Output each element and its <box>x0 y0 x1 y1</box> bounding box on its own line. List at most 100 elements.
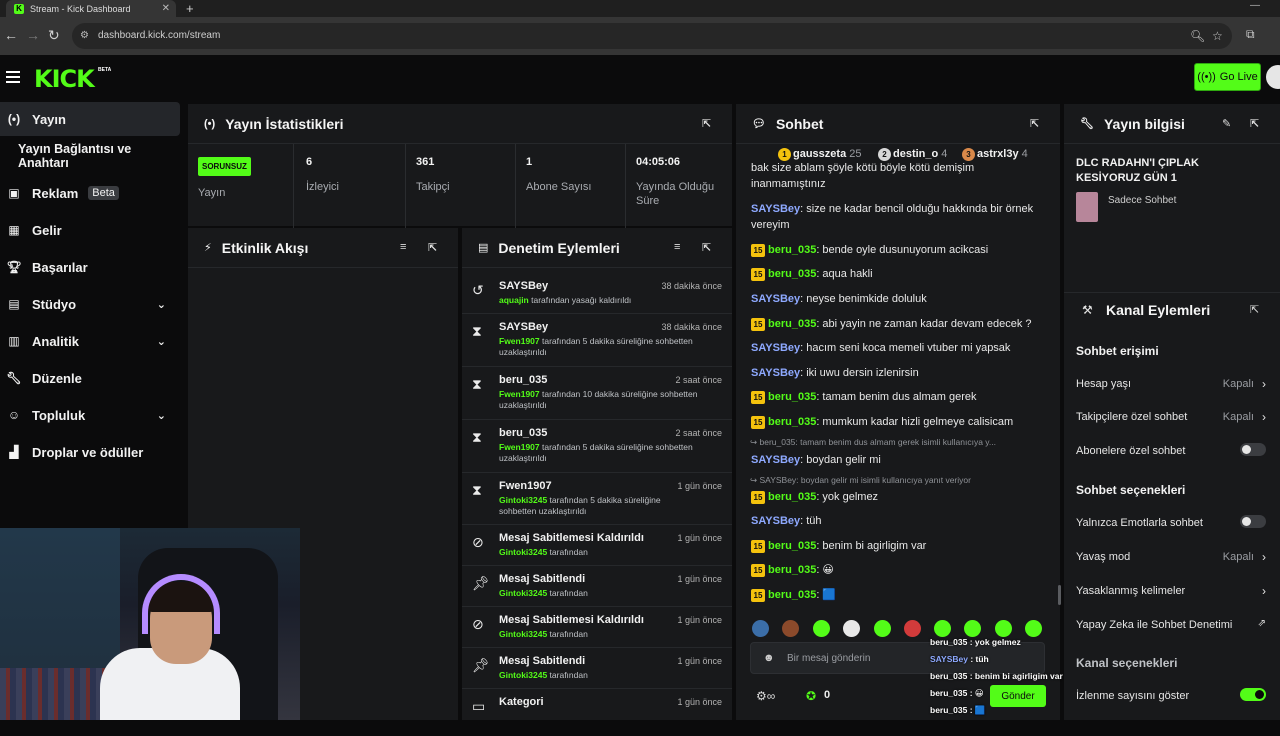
popout-icon[interactable]: ⇱ <box>702 117 711 130</box>
menu-icon[interactable] <box>6 71 20 83</box>
chat-username[interactable]: beru_035 <box>768 416 816 428</box>
chat-message[interactable]: SAYSBey: boydan gelir mi <box>751 452 1051 468</box>
new-tab-button[interactable]: + <box>186 1 194 16</box>
extensions-icon[interactable]: ⧉ <box>1246 27 1255 42</box>
zoom-icon[interactable]: 🔍︎ <box>1190 29 1205 43</box>
chat-settings-icon[interactable]: ⚙∞ <box>756 689 775 703</box>
emote-icon[interactable] <box>964 620 981 637</box>
reload-icon[interactable]: ↻ <box>48 27 60 44</box>
back-icon[interactable]: ← <box>4 27 18 43</box>
chat-message[interactable]: bak size ablam şöyle kötü böyle kötü dem… <box>751 160 1051 194</box>
chat-username[interactable]: SAYSBey <box>751 293 800 305</box>
chat-username[interactable]: beru_035 <box>768 391 816 403</box>
moderator-name[interactable]: Gintoki3245 <box>499 495 547 505</box>
emote-picker-icon[interactable]: ☻ <box>763 652 775 664</box>
moderator-name[interactable]: Fwen1907 <box>499 389 540 399</box>
moderator-name[interactable]: Gintoki3245 <box>499 547 547 557</box>
account-age-setting[interactable]: Hesap yaşı Kapalı › <box>1076 377 1266 391</box>
filter-icon[interactable]: ≡ <box>674 241 680 253</box>
chat-message[interactable]: 15 beru_035: benim bi agirligim var <box>751 538 1051 554</box>
emote-icon[interactable] <box>934 620 951 637</box>
moderator-name[interactable]: Gintoki3245 <box>499 670 547 680</box>
chat-username[interactable]: SAYSBey <box>751 203 800 215</box>
chat-username[interactable]: beru_035 <box>768 268 816 280</box>
chat-reply-reference[interactable]: ↪ beru_035: tamam benim dus almam gerek … <box>750 437 996 448</box>
chat-reply-reference[interactable]: ↪ SAYSBey: boydan gelir mi isimli kullan… <box>750 475 971 486</box>
sidebar-item-analytics[interactable]: ▥ Analitik ⌄ <box>0 324 180 358</box>
moderator-name[interactable]: Fwen1907 <box>499 442 540 452</box>
chat-username[interactable]: beru_035 <box>768 318 816 330</box>
emote-icon[interactable] <box>874 620 891 637</box>
chat-username[interactable]: beru_035 <box>768 540 816 552</box>
chat-username[interactable]: beru_035 <box>768 244 816 256</box>
show-viewcount-toggle[interactable] <box>1240 688 1266 701</box>
edit-icon[interactable]: ✎ <box>1222 117 1231 130</box>
popout-icon[interactable]: ⇱ <box>702 241 711 254</box>
moderator-name[interactable]: aquajin <box>499 295 529 305</box>
kick-logo[interactable]: KICK <box>34 65 95 93</box>
user-avatar[interactable] <box>1266 65 1280 89</box>
chat-message[interactable]: 15 beru_035: 😀 <box>751 562 1051 578</box>
site-info-icon[interactable]: ⚙ <box>80 30 89 41</box>
emote-icon[interactable] <box>1025 620 1042 637</box>
emote-icon[interactable] <box>904 620 921 637</box>
forward-icon[interactable]: → <box>26 27 40 43</box>
chat-message[interactable]: 15 beru_035: abi yayin ne zaman kadar dev… <box>751 316 1051 332</box>
chat-message[interactable]: 15 beru_035: yok gelmez <box>751 489 1051 505</box>
sidebar-item-stream[interactable]: (•) Yayın <box>0 102 180 136</box>
emote-icon[interactable] <box>995 620 1012 637</box>
sidebar-item-drops[interactable]: ▟ Droplar ve ödüller <box>0 435 180 469</box>
chat-username[interactable]: SAYSBey <box>751 342 800 354</box>
banned-words-setting[interactable]: Yasaklanmış kelimeler › <box>1076 584 1266 598</box>
sidebar-item-community[interactable]: ☺ Topluluk ⌄ <box>0 398 180 432</box>
moderator-name[interactable]: Fwen1907 <box>499 336 540 346</box>
tab-close-icon[interactable]: ✕ <box>162 3 170 14</box>
sidebar-item-stream-key[interactable]: Yayın Bağlantısı ve Anahtarı <box>0 139 180 173</box>
slow-mode-setting[interactable]: Yavaş mod Kapalı › <box>1076 550 1266 564</box>
chat-message[interactable]: 15 beru_035: bende oyle dusunuyorum acikc… <box>751 242 1051 258</box>
sidebar-item-achievements[interactable]: 🏆︎ Başarılar <box>0 250 180 284</box>
browser-tab[interactable]: K Stream - Kick Dashboard ✕ <box>6 0 176 17</box>
minimize-icon[interactable]: — <box>1250 0 1260 11</box>
chat-username[interactable]: SAYSBey <box>751 515 800 527</box>
chat-message[interactable]: 15 beru_035: aqua hakli <box>751 266 1051 282</box>
chat-username[interactable]: beru_035 <box>768 491 816 503</box>
sidebar-item-revenue[interactable]: ▦ Gelir <box>0 213 180 247</box>
chat-message[interactable]: SAYSBey: iki uwu dersin izlenirsin <box>751 365 1051 381</box>
chat-username[interactable]: SAYSBey <box>751 454 800 466</box>
chat-message[interactable]: SAYSBey: neyse benimkide doluluk <box>751 291 1051 307</box>
chat-username[interactable]: beru_035 <box>768 589 816 601</box>
popout-icon[interactable]: ⇱ <box>1030 117 1039 130</box>
category-thumbnail[interactable] <box>1076 192 1098 222</box>
followers-only-setting[interactable]: Takipçilere özel sohbet Kapalı › <box>1076 410 1266 424</box>
go-live-button[interactable]: ((•)) Go Live <box>1194 63 1261 91</box>
moderator-name[interactable]: Gintoki3245 <box>499 629 547 639</box>
emote-icon[interactable] <box>782 620 799 637</box>
send-button[interactable]: Gönder <box>990 685 1046 707</box>
chat-message[interactable]: SAYSBey: size ne kadar bencil olduğu hak… <box>751 201 1051 233</box>
sidebar-item-studio[interactable]: ▤ Stüdyo ⌄ <box>0 287 180 321</box>
emote-only-toggle[interactable] <box>1240 515 1266 528</box>
filter-icon[interactable]: ≡ <box>400 241 406 253</box>
chat-message[interactable]: 15 beru_035: tamam benim dus almam gerek <box>751 389 1051 405</box>
emote-icon[interactable] <box>752 620 769 637</box>
emote-icon[interactable] <box>813 620 830 637</box>
subscribers-only-toggle[interactable] <box>1240 443 1266 456</box>
chat-username[interactable]: beru_035 <box>768 564 816 576</box>
sidebar-item-edit[interactable]: 🔧︎ Düzenle <box>0 361 180 395</box>
chat-scrollbar[interactable] <box>1058 585 1061 605</box>
emote-icon[interactable] <box>843 620 860 637</box>
chat-message[interactable]: 15 beru_035: mumkum kadar hizli gelmeye c… <box>751 414 1051 430</box>
url-field[interactable]: ⚙ dashboard.kick.com/stream 🔍︎ ☆ <box>72 23 1232 49</box>
bookmark-star-icon[interactable]: ☆ <box>1212 29 1223 43</box>
popout-icon[interactable]: ⇱ <box>1250 117 1259 130</box>
popout-icon[interactable]: ⇱ <box>1250 303 1259 316</box>
popout-icon[interactable]: ⇱ <box>428 241 437 254</box>
sidebar-item-ads[interactable]: ▣ Reklam Beta <box>0 176 180 210</box>
ai-moderation-setting[interactable]: Yapay Zeka ile Sohbet Denetimi ⇗ <box>1076 618 1266 631</box>
moderator-name[interactable]: Gintoki3245 <box>499 588 547 598</box>
chat-message[interactable]: SAYSBey: tüh <box>751 513 1051 529</box>
chat-message[interactable]: SAYSBey: hacım seni koca memeli vtuber m… <box>751 340 1051 356</box>
chat-message[interactable]: 15 beru_035: 🟦 <box>751 587 1051 603</box>
chat-username[interactable]: SAYSBey <box>751 367 800 379</box>
